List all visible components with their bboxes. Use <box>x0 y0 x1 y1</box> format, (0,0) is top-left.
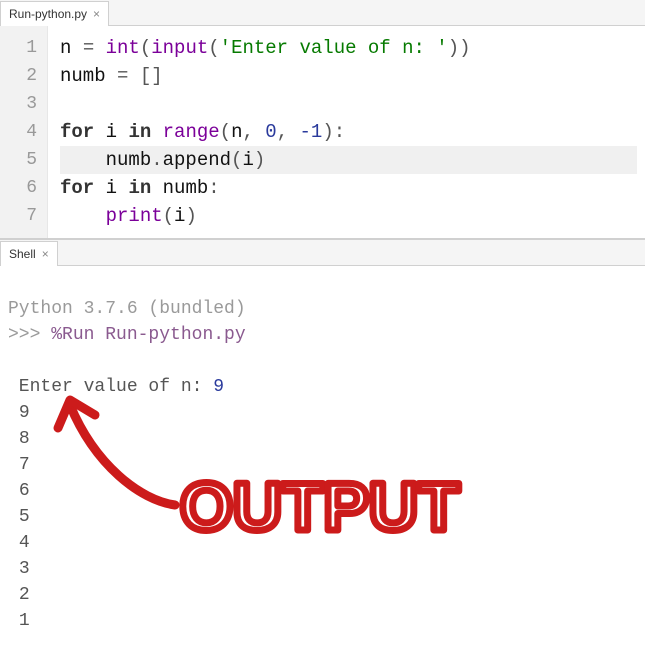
close-icon[interactable]: × <box>42 248 49 260</box>
shell-output-line: 5 <box>19 507 30 527</box>
shell-input-prompt: Enter value of n: <box>8 377 213 397</box>
shell-output-line: 1 <box>19 611 30 631</box>
shell-tab[interactable]: Shell × <box>0 241 58 266</box>
shell-version-line: Python 3.7.6 (bundled) <box>8 299 246 319</box>
code-line: numb = [] <box>60 62 637 90</box>
shell-output-line: 3 <box>19 559 30 579</box>
shell-prompt: >>> <box>8 325 40 345</box>
shell-output-line: 9 <box>19 403 30 423</box>
shell-output[interactable]: Python 3.7.6 (bundled) >>> %Run Run-pyth… <box>0 266 645 668</box>
shell-output-line: 4 <box>19 533 30 553</box>
code-line: n = int(input('Enter value of n: ')) <box>60 34 637 62</box>
shell-tab-label: Shell <box>9 247 36 261</box>
code-line <box>60 90 637 118</box>
code-area[interactable]: n = int(input('Enter value of n: ')) num… <box>48 26 645 238</box>
code-line: numb.append(i) <box>60 146 637 174</box>
shell-input-value: 9 <box>213 377 224 397</box>
close-icon[interactable]: × <box>93 8 100 20</box>
line-number-gutter: 1 2 3 4 5 6 7 <box>0 26 48 238</box>
code-editor[interactable]: 1 2 3 4 5 6 7 n = int(input('Enter value… <box>0 26 645 239</box>
line-number: 1 <box>0 34 37 62</box>
line-number: 2 <box>0 62 37 90</box>
line-number: 7 <box>0 202 37 230</box>
shell-tab-bar: Shell × <box>0 240 645 266</box>
editor-tab-bar: Run-python.py × <box>0 0 645 26</box>
editor-tab[interactable]: Run-python.py × <box>0 1 109 26</box>
shell-output-line: 6 <box>19 481 30 501</box>
code-line: for i in range(n, 0, -1): <box>60 118 637 146</box>
shell-pane: Shell × Python 3.7.6 (bundled) >>> %Run … <box>0 239 645 668</box>
line-number: 4 <box>0 118 37 146</box>
shell-run-command: %Run Run-python.py <box>51 325 245 345</box>
code-line: print(i) <box>60 202 637 230</box>
line-number: 5 <box>0 146 37 174</box>
code-line: for i in numb: <box>60 174 637 202</box>
editor-tab-filename: Run-python.py <box>9 7 87 21</box>
shell-output-line: 8 <box>19 429 30 449</box>
line-number: 3 <box>0 90 37 118</box>
line-number: 6 <box>0 174 37 202</box>
shell-output-line: 7 <box>19 455 30 475</box>
shell-output-line: 2 <box>19 585 30 605</box>
